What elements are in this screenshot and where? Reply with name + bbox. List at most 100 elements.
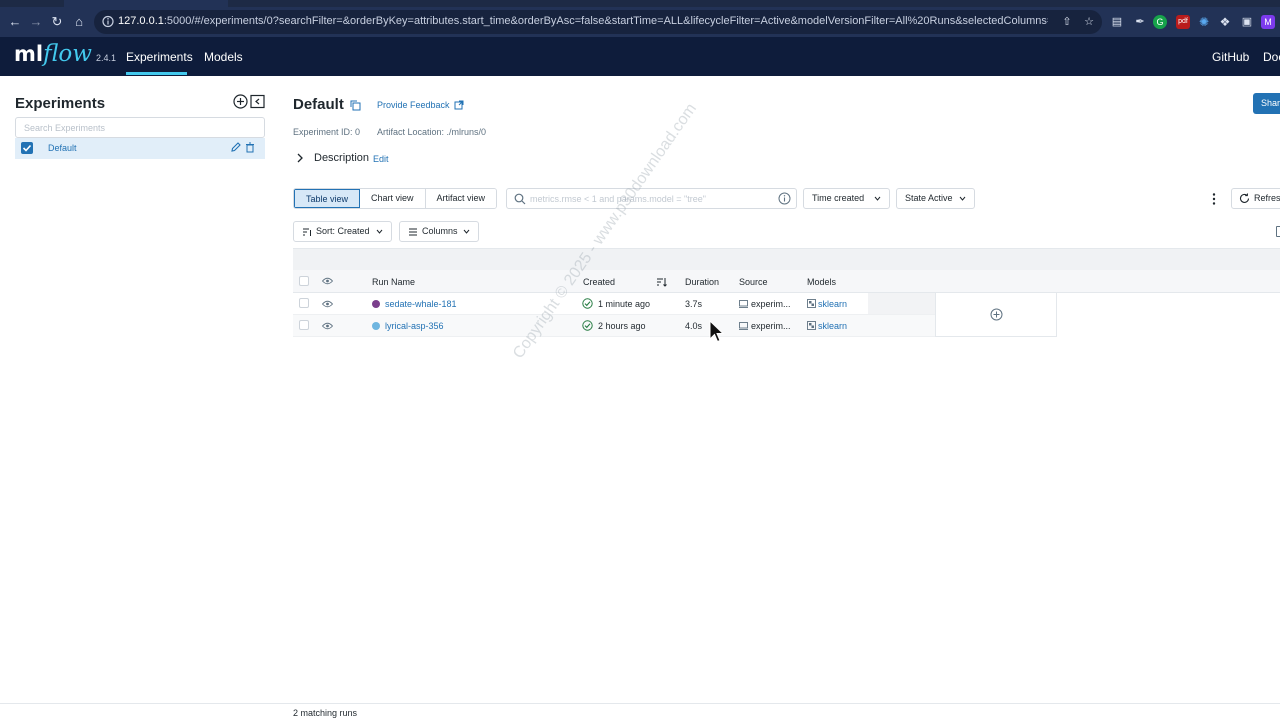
run-created: 1 minute ago [598, 299, 651, 309]
model-link[interactable]: sklearn [818, 321, 847, 331]
run-filter-box [506, 188, 797, 209]
provide-feedback-link[interactable]: Provide Feedback [377, 100, 450, 110]
model-link[interactable]: sklearn [818, 299, 847, 309]
state-label: State Active [905, 193, 953, 203]
logo-ml-text: ml [14, 42, 44, 66]
header-run-name[interactable]: Run Name [372, 277, 415, 287]
external-link-icon[interactable] [454, 100, 464, 110]
add-experiment-icon[interactable] [233, 94, 248, 109]
nav-docs[interactable]: Docs [1263, 50, 1280, 64]
sync-extension-icon[interactable]: ✺ [1197, 15, 1211, 29]
run-created: 2 hours ago [598, 321, 646, 331]
run-color-dot[interactable] [372, 300, 380, 308]
nav-models[interactable]: Models [204, 50, 243, 64]
app-header: ml flow 2.4.1 Experiments Models GitHub D… [0, 37, 1280, 76]
pdf-extension-icon[interactable]: pdf [1176, 15, 1190, 29]
mouse-cursor-icon [709, 320, 725, 343]
copy-icon[interactable] [350, 100, 361, 111]
select-all-checkbox[interactable] [299, 276, 309, 286]
experiment-id: Experiment ID: 0 [293, 127, 361, 137]
row-checkbox[interactable] [299, 320, 309, 330]
share-button[interactable]: Share [1253, 93, 1280, 114]
column-group-header [293, 248, 1280, 270]
notebook-source-icon [739, 300, 748, 308]
more-options-icon[interactable] [1209, 192, 1219, 206]
sidebar-item-default[interactable]: Default [15, 138, 265, 159]
header-source[interactable]: Source [739, 277, 768, 287]
view-mode-switch: Table view Chart view Artifact view [293, 188, 498, 209]
profile-avatar[interactable]: M [1261, 15, 1275, 29]
sidepanel-icon[interactable]: ▣ [1240, 15, 1254, 29]
run-name-link[interactable]: lyrical-asp-356 [385, 321, 444, 331]
eye-icon[interactable] [322, 300, 333, 308]
run-source[interactable]: experim... [751, 321, 791, 331]
header-models[interactable]: Models [807, 277, 836, 287]
browser-tab[interactable] [64, 0, 228, 7]
browser-toolbar: ← → ↻ ⌂ 127.0.0.1:5000/#/experiments/0?s… [0, 7, 1280, 37]
bookmark-star-icon[interactable]: ☆ [1082, 15, 1096, 29]
run-duration: 3.7s [685, 299, 703, 309]
tab-chart-view[interactable]: Chart view [360, 189, 426, 208]
chevron-down-icon [376, 229, 383, 234]
chevron-right-icon[interactable] [296, 153, 304, 163]
columns-dropdown[interactable]: Columns [399, 221, 479, 242]
table-row[interactable]: sedate-whale-181 1 minute ago 3.7s exper… [293, 293, 971, 315]
add-column-icon[interactable] [990, 308, 1003, 321]
refresh-label: Refresh [1254, 193, 1280, 203]
columns-label: Columns [422, 226, 458, 236]
table-row[interactable]: lyrical-asp-356 2 hours ago 4.0s experim… [293, 315, 935, 337]
home-icon[interactable]: ⌂ [70, 13, 88, 31]
reload-icon[interactable]: ↻ [48, 13, 66, 31]
sort-dropdown[interactable]: Sort: Created [293, 221, 392, 242]
run-name-link[interactable]: sedate-whale-181 [385, 299, 457, 309]
add-column-area [935, 293, 1057, 337]
tab-table-view[interactable]: Table view [294, 189, 361, 208]
table-header: Run Name Created Duration Source Models [293, 270, 1280, 293]
columns-icon [409, 228, 417, 236]
expand-panel-icon[interactable] [1276, 226, 1280, 237]
run-color-dot[interactable] [372, 322, 380, 330]
tab-artifact-view[interactable]: Artifact view [425, 189, 497, 208]
search-icon [514, 193, 526, 205]
pen-icon[interactable]: ✒ [1133, 15, 1147, 29]
eye-icon[interactable] [322, 322, 333, 330]
collapse-sidebar-icon[interactable] [250, 94, 265, 109]
description-toggle[interactable]: Description [314, 152, 369, 164]
success-check-icon [582, 320, 593, 331]
success-check-icon [582, 298, 593, 309]
header-duration[interactable]: Duration [685, 277, 719, 287]
info-icon[interactable] [778, 192, 791, 205]
extensions-puzzle-icon[interactable]: ❖ [1218, 15, 1232, 29]
sidebar-item-label: Default [48, 143, 77, 153]
address-bar[interactable]: 127.0.0.1:5000/#/experiments/0?searchFil… [94, 10, 1102, 34]
eye-icon[interactable] [322, 277, 333, 285]
time-created-dropdown[interactable]: Time created [803, 188, 890, 209]
share-page-icon[interactable]: ⇧ [1060, 15, 1074, 29]
forward-icon[interactable]: → [27, 13, 45, 31]
nav-github[interactable]: GitHub [1212, 50, 1249, 64]
info-icon[interactable] [102, 15, 114, 28]
run-duration: 4.0s [685, 321, 703, 331]
description-edit-link[interactable]: Edit [373, 154, 389, 164]
experiment-checkbox[interactable] [21, 142, 33, 154]
back-icon[interactable]: ← [6, 13, 24, 31]
nav-experiments[interactable]: Experiments [126, 50, 193, 64]
row-checkbox[interactable] [299, 298, 309, 308]
run-source[interactable]: experim... [751, 299, 791, 309]
sort-descending-icon[interactable] [656, 277, 667, 287]
run-filter-input[interactable] [530, 192, 770, 206]
mlflow-logo[interactable]: ml flow 2.4.1 [14, 41, 116, 71]
experiment-title: Default [293, 96, 344, 113]
state-dropdown[interactable]: State Active [896, 188, 975, 209]
cast-icon[interactable]: ▤ [1110, 15, 1124, 29]
logo-flow-text: flow [43, 41, 92, 67]
artifact-location: Artifact Location: ./mlruns/0 [377, 127, 487, 137]
grammarly-icon[interactable]: G [1153, 15, 1167, 29]
refresh-button[interactable]: Refresh [1231, 188, 1280, 209]
header-created[interactable]: Created [583, 277, 615, 287]
search-experiments-input[interactable] [15, 117, 265, 138]
refresh-icon [1240, 193, 1250, 203]
edit-experiment-icon[interactable] [230, 141, 242, 153]
delete-experiment-icon[interactable] [245, 142, 255, 153]
model-icon [807, 299, 816, 308]
